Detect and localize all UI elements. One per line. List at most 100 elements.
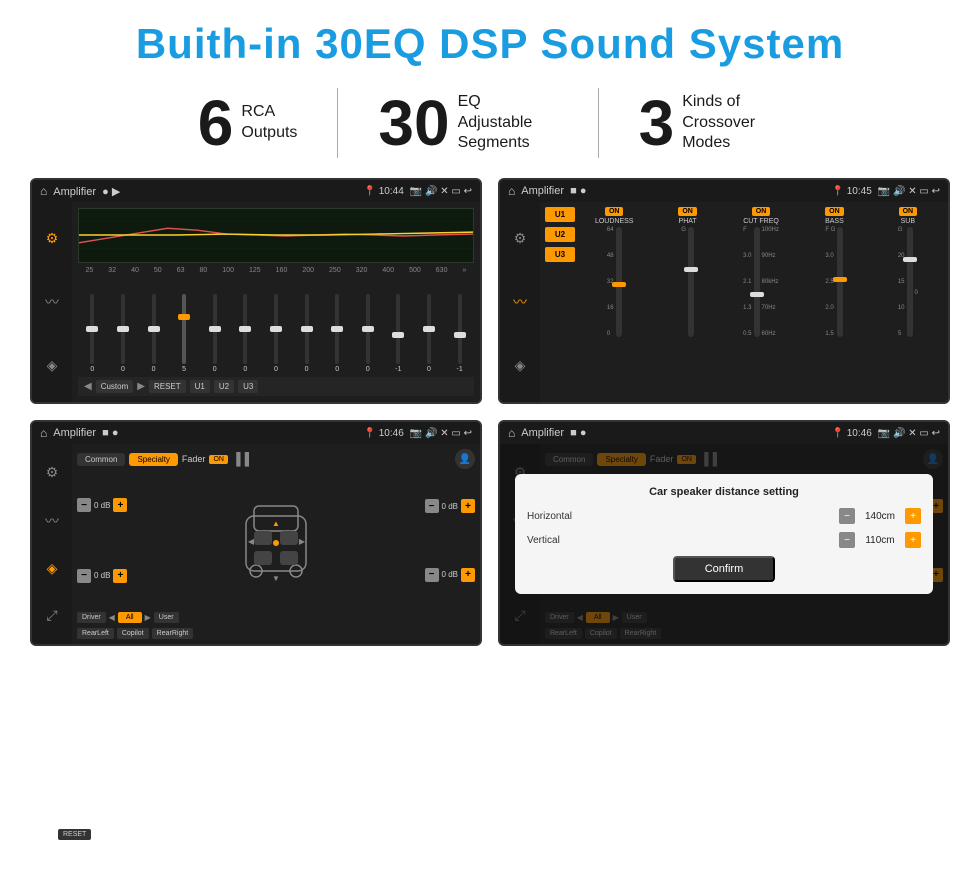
spk1-db2-control: − 0 dB + — [77, 569, 127, 583]
eq-slider-10: 0 — [353, 294, 382, 373]
eq-slider-11: -1 — [384, 294, 413, 373]
eq-sliders-container: 0 0 0 5 — [78, 278, 474, 373]
stat-rca-label: RCAOutputs — [241, 102, 297, 144]
spk1-copilot-btn[interactable]: Copilot — [117, 628, 149, 639]
spk1-db4-val: 0 dB — [442, 570, 458, 579]
eq-custom-btn[interactable]: Custom — [96, 380, 134, 393]
home-icon: ⌂ — [40, 184, 47, 198]
spk1-db1-plus[interactable]: + — [113, 498, 127, 512]
dialog-vertical-control: − 110cm + — [839, 532, 921, 548]
eq-slider-4: 5 — [170, 294, 199, 373]
cross-main-content: U1 U2 U3 ON LOUDNESS 64 — [540, 202, 948, 402]
stat-crossover: 3 Kinds ofCrossover Modes — [599, 91, 823, 155]
svg-text:▲: ▲ — [272, 519, 280, 528]
eq-freq-labels: 2532405063 80100125160200 25032040050063… — [78, 267, 474, 274]
dialog-horizontal-plus[interactable]: + — [905, 508, 921, 524]
dialog-horizontal-minus[interactable]: − — [839, 508, 855, 524]
spk1-settings-btn[interactable]: 👤 — [455, 449, 475, 469]
spk1-common-tab[interactable]: Common — [77, 453, 125, 466]
spk1-car-diagram: ▲ ▼ ◀ ▶ — [131, 472, 420, 609]
cross-status-icons: 📷 🔊 ✕ ▭ ↩ — [878, 186, 940, 197]
dialog-vertical-minus[interactable]: − — [839, 532, 855, 548]
page-title: Buith-in 30EQ DSP Sound System — [30, 20, 950, 68]
spk1-db4-plus[interactable]: + — [461, 568, 475, 582]
eq-prev-icon[interactable]: ◀ — [84, 381, 92, 392]
eq-status-icons: 📷 🔊 ✕ ▭ ↩ — [410, 186, 472, 197]
dialog-confirm-button[interactable]: Confirm — [673, 556, 776, 582]
spk1-db2-minus[interactable]: − — [77, 569, 91, 583]
eq-slider-2: 0 — [109, 294, 138, 373]
cross-sidebar-eq-icon[interactable]: ⚙ — [514, 230, 527, 247]
spk1-db3-plus[interactable]: + — [461, 499, 475, 513]
spk1-db3-val: 0 dB — [442, 502, 458, 511]
cross-u2-btn[interactable]: U2 — [545, 227, 575, 242]
spk1-screen-content: ⚙ 〰 ◈ ⤢ Common Specialty Fader ON ▐▐ — [32, 444, 480, 644]
spk1-rearright-btn[interactable]: RearRight — [152, 628, 194, 639]
eq-reset-btn[interactable]: RESET — [149, 380, 186, 393]
spk1-db1-minus[interactable]: − — [77, 498, 91, 512]
spk1-on-badge: ON — [209, 455, 228, 464]
spk1-db4-control: − 0 dB + — [425, 568, 475, 582]
spk1-driver-btn[interactable]: Driver — [77, 612, 106, 623]
eq-sidebar-wave-icon[interactable]: 〰 — [45, 292, 59, 312]
spk1-db3-control: − 0 dB + — [425, 499, 475, 513]
spk1-speaker-icon[interactable]: ◈ — [47, 560, 58, 577]
eq-slider-1: 0 — [78, 294, 107, 373]
eq-status-bar: ⌂ Amplifier ● ▶ 📍 10:44 📷 🔊 ✕ ▭ ↩ — [32, 180, 480, 202]
spk1-time: 📍 10:46 — [364, 428, 404, 439]
eq-u1-btn[interactable]: U1 — [190, 380, 210, 393]
spk1-main-content: Common Specialty Fader ON ▐▐ 👤 — [72, 444, 480, 644]
eq-sidebar-speaker-icon[interactable]: ◈ — [47, 357, 58, 374]
dialog-vertical-plus[interactable]: + — [905, 532, 921, 548]
spk1-rearleft-btn[interactable]: RearLeft — [77, 628, 114, 639]
cross-sub-channel: ON SUB G 20 15 10 5 — [873, 207, 943, 397]
dialog-vertical-label: Vertical — [527, 535, 587, 546]
eq-sidebar: ⚙ 〰 ◈ — [32, 202, 72, 402]
spk1-db4-minus[interactable]: − — [425, 568, 439, 582]
dialog-overlay: Car speaker distance setting Horizontal … — [500, 444, 948, 644]
spk1-wave-icon[interactable]: 〰 — [45, 511, 59, 531]
eq-screen-content: ⚙ 〰 ◈ — [32, 202, 480, 402]
spk1-sidebar: ⚙ 〰 ◈ ⤢ — [32, 444, 72, 644]
cross-phat-channel: ON PHAT G — [652, 207, 722, 397]
stat-rca: 6 RCAOutputs — [158, 91, 338, 155]
spk1-fader-bars: ▐▐ — [232, 452, 249, 466]
cross-time: 📍 10:45 — [832, 186, 872, 197]
eq-u3-btn[interactable]: U3 — [238, 380, 258, 393]
car-svg: ▲ ▼ ◀ ▶ — [236, 491, 316, 591]
eq-next-icon[interactable]: ▶ — [137, 381, 145, 392]
cross-status-title: Amplifier ■ ● — [521, 185, 825, 197]
spk1-eq-icon[interactable]: ⚙ — [46, 464, 59, 481]
spk1-db1-val: 0 dB — [94, 501, 110, 510]
stat-eq: 30 EQ AdjustableSegments — [338, 91, 597, 155]
eq-graph — [78, 208, 474, 263]
stat-rca-number: 6 — [198, 91, 234, 155]
cross-u1-btn[interactable]: U1 — [545, 207, 575, 222]
spk1-all-btn[interactable]: All — [118, 612, 142, 623]
cross-u3-btn[interactable]: U3 — [545, 247, 575, 262]
cross-sidebar-speaker-icon[interactable]: ◈ — [515, 357, 526, 374]
spk2-status-icons: 📷 🔊 ✕ ▭ ↩ — [878, 428, 940, 439]
cross-sidebar-wave-icon[interactable]: 〰 — [513, 292, 527, 312]
stat-crossover-number: 3 — [639, 91, 675, 155]
distance-dialog: Car speaker distance setting Horizontal … — [515, 474, 933, 594]
eq-slider-6: 0 — [231, 294, 260, 373]
spk1-home-icon: ⌂ — [40, 426, 47, 440]
eq-u2-btn[interactable]: U2 — [214, 380, 234, 393]
dialog-horizontal-label: Horizontal — [527, 511, 587, 522]
spk1-db3-minus[interactable]: − — [425, 499, 439, 513]
eq-sidebar-eq-icon[interactable]: ⚙ — [46, 230, 59, 247]
spk1-left-arrow[interactable]: ◀ — [109, 613, 115, 622]
spk1-db2-plus[interactable]: + — [113, 569, 127, 583]
spk1-status-icons: 📷 🔊 ✕ ▭ ↩ — [410, 428, 472, 439]
spk2-status-bar: ⌂ Amplifier ■ ● 📍 10:46 📷 🔊 ✕ ▭ ↩ — [500, 422, 948, 444]
spk2-status-title: Amplifier ■ ● — [521, 427, 825, 439]
cross-loudness-channel: ON LOUDNESS 64 48 32 16 0 — [579, 207, 649, 397]
eq-slider-9: 0 — [323, 294, 352, 373]
spk1-person-icon: 👤 — [459, 454, 471, 465]
spk1-arrows-icon[interactable]: ⤢ — [46, 607, 57, 624]
spk1-bottom-row2: RearLeft Copilot RearRight — [77, 628, 475, 639]
spk1-specialty-tab[interactable]: Specialty — [129, 453, 177, 466]
spk1-right-arrow[interactable]: ▶ — [145, 613, 151, 622]
spk1-user-btn[interactable]: User — [154, 612, 179, 623]
